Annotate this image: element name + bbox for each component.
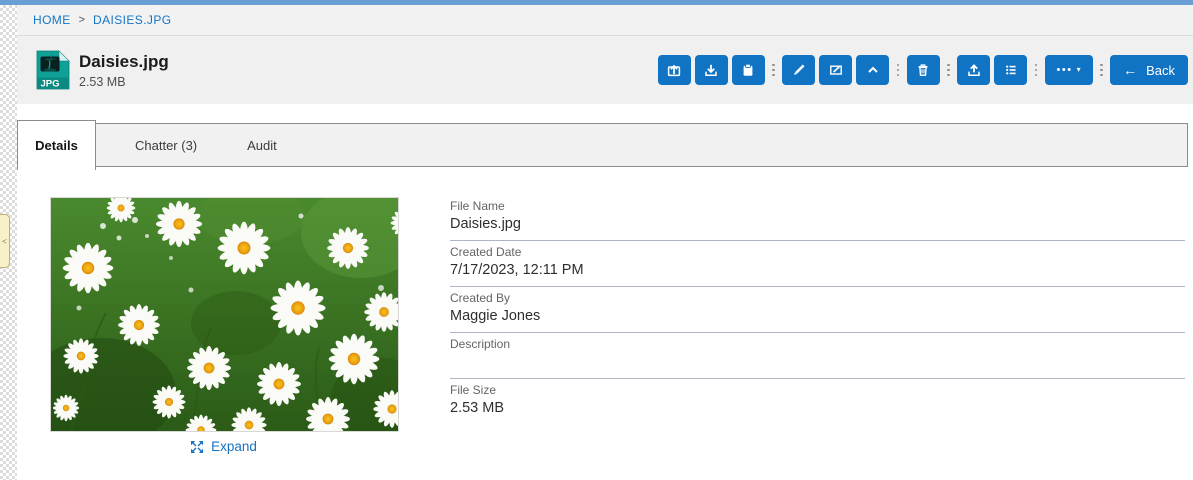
- toolbar-separator: [897, 64, 900, 77]
- file-details-page: < HOME > DAISIES.JPG JPG Daisies.jpg: [0, 0, 1193, 480]
- chevron-up-icon: [865, 62, 881, 78]
- more-actions-button[interactable]: ••• ▾: [1045, 55, 1093, 85]
- field-label: Created By: [450, 291, 1185, 305]
- download-icon: [703, 62, 719, 78]
- file-size-subtitle: 2.53 MB: [79, 75, 169, 89]
- field-value: 2.53 MB: [450, 400, 1185, 417]
- toolbar-separator: [1035, 64, 1038, 77]
- field-file-name: File Name Daisies.jpg: [450, 195, 1185, 241]
- field-created-date: Created Date 7/17/2023, 12:11 PM: [450, 241, 1185, 287]
- breadcrumb-home-link[interactable]: HOME: [33, 13, 71, 27]
- field-label: Created Date: [450, 245, 1185, 259]
- file-preview-image: [51, 198, 398, 431]
- field-label: File Name: [450, 199, 1185, 213]
- chevron-down-icon: ▾: [1077, 66, 1081, 74]
- action-toolbar: ••• ▾ ← Back: [658, 55, 1188, 85]
- tab-bar: Details Chatter (3) Audit: [17, 123, 1188, 167]
- expand-label: Expand: [211, 439, 257, 454]
- breadcrumb-separator: >: [79, 14, 85, 26]
- back-arrow-icon: ←: [1123, 63, 1137, 77]
- clipboard-button[interactable]: [732, 55, 765, 85]
- field-value: Maggie Jones: [450, 308, 1185, 325]
- expand-icon: [190, 440, 204, 454]
- upload-button[interactable]: [957, 55, 990, 85]
- download-button[interactable]: [695, 55, 728, 85]
- back-button[interactable]: ← Back: [1110, 55, 1188, 85]
- field-created-by: Created By Maggie Jones: [450, 287, 1185, 333]
- export-icon: [666, 62, 682, 78]
- field-value: 7/17/2023, 12:11 PM: [450, 262, 1185, 279]
- field-value: Daisies.jpg: [450, 216, 1185, 233]
- list-view-button[interactable]: [994, 55, 1027, 85]
- collapse-button[interactable]: [856, 55, 889, 85]
- compose-icon: [828, 62, 844, 78]
- list-icon: [1003, 62, 1019, 78]
- field-label: File Size: [450, 383, 1185, 397]
- clipboard-icon: [740, 62, 756, 78]
- edit-button[interactable]: [782, 55, 815, 85]
- delete-button[interactable]: [907, 55, 940, 85]
- toolbar-separator: [1100, 64, 1103, 77]
- file-title: Daisies.jpg: [79, 52, 169, 72]
- file-preview: [50, 197, 399, 432]
- jpg-badge-text: JPG: [41, 79, 60, 90]
- compose-button[interactable]: [819, 55, 852, 85]
- breadcrumb: HOME > DAISIES.JPG: [17, 5, 1193, 36]
- panel-collapse-handle[interactable]: <: [0, 214, 10, 268]
- back-button-label: Back: [1146, 63, 1175, 78]
- toolbar-separator: [772, 64, 775, 77]
- trash-icon: [915, 62, 931, 78]
- header-content-gap: [17, 104, 1193, 123]
- tab-details[interactable]: Details: [17, 120, 96, 170]
- upload-icon: [966, 62, 982, 78]
- toolbar-separator: [947, 64, 950, 77]
- details-panel: Expand File Name Daisies.jpg Created Dat…: [17, 167, 1193, 480]
- pencil-icon: [791, 62, 807, 78]
- field-label: Description: [450, 337, 1185, 351]
- more-dots: •••: [1057, 65, 1073, 76]
- tab-chatter[interactable]: Chatter (3): [110, 138, 222, 153]
- jpg-file-icon: JPG: [36, 50, 70, 90]
- main-column: HOME > DAISIES.JPG JPG Daisies.jpg 2.53 …: [17, 5, 1193, 480]
- field-value: [450, 354, 1185, 371]
- file-header: JPG Daisies.jpg 2.53 MB: [17, 36, 1193, 104]
- field-description: Description: [450, 333, 1185, 379]
- file-title-block: Daisies.jpg 2.53 MB: [79, 52, 169, 89]
- field-file-size: File Size 2.53 MB: [450, 379, 1185, 424]
- metadata-fields: File Name Daisies.jpg Created Date 7/17/…: [450, 195, 1185, 424]
- export-button[interactable]: [658, 55, 691, 85]
- breadcrumb-current[interactable]: DAISIES.JPG: [93, 13, 171, 27]
- tab-audit[interactable]: Audit: [222, 138, 302, 153]
- expand-link[interactable]: Expand: [50, 439, 397, 454]
